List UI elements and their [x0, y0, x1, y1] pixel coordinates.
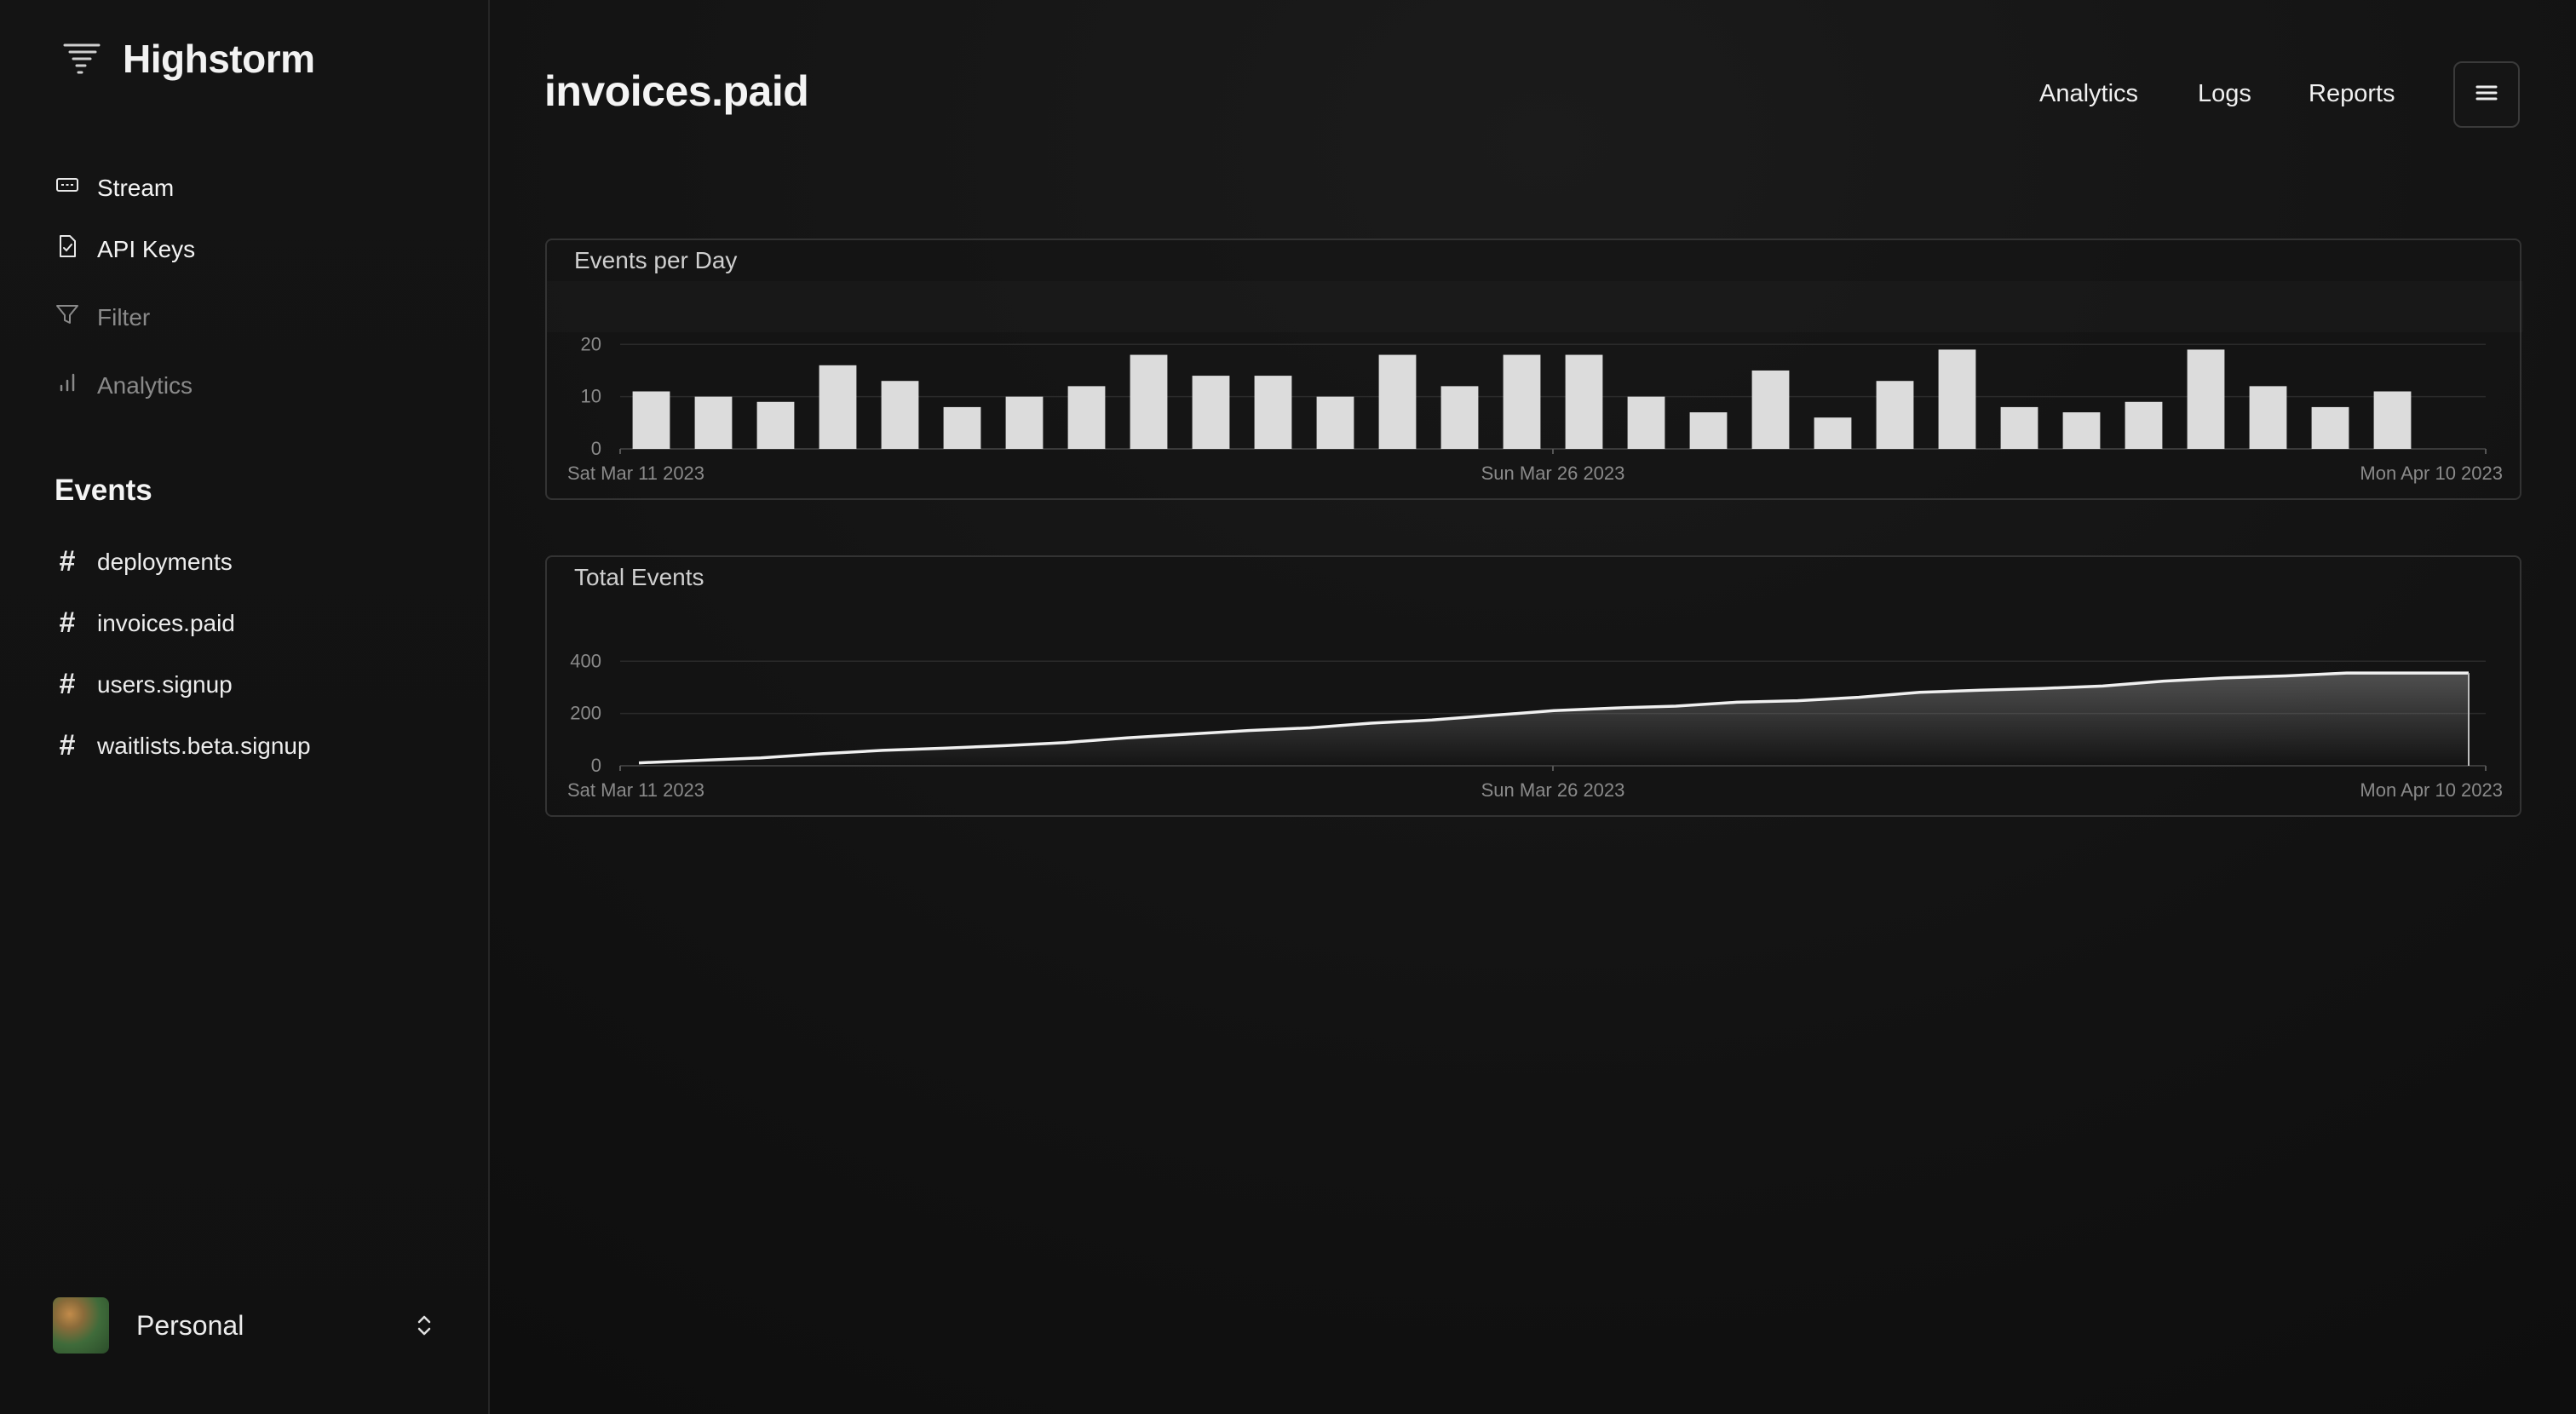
bar	[1067, 386, 1106, 449]
sidebar-item-label: Filter	[97, 303, 151, 331]
x-tick-label: Mon Apr 10 2023	[2360, 463, 2503, 484]
sidebar-event-label: waitlists.beta.signup	[97, 732, 311, 759]
chart-title-band	[547, 281, 2523, 332]
sidebar-event-users-signup[interactable]: # users.signup	[55, 668, 233, 701]
sidebar-item-stream[interactable]: Stream	[55, 172, 174, 204]
bar	[1316, 396, 1354, 449]
topnav-reports[interactable]: Reports	[2309, 80, 2395, 108]
bar	[756, 401, 795, 449]
bar	[1005, 396, 1044, 449]
bar	[1689, 412, 1728, 449]
hash-icon: #	[59, 668, 76, 700]
sidebar-item-label: Stream	[97, 174, 175, 201]
bar	[1130, 354, 1168, 449]
bar	[1440, 386, 1479, 449]
bar	[2125, 401, 2163, 449]
bar	[1751, 370, 1790, 449]
bar	[1938, 349, 1976, 449]
logo-icon	[61, 37, 102, 82]
sidebar-event-label: invoices.paid	[97, 609, 235, 636]
sidebar-item-filter[interactable]: Filter	[55, 302, 150, 333]
bar	[1876, 381, 1914, 449]
menu-button[interactable]	[2453, 61, 2520, 128]
total-events-card: 0 200 400 Sat Mar 11 2023 Sun Mar 26 2023 Mon…	[545, 555, 2521, 817]
app-name: Highstorm	[123, 37, 315, 81]
x-tick-label: Sun Mar 26 2023	[1481, 779, 1625, 801]
sidebar-event-label: users.signup	[97, 670, 233, 698]
events-per-day-chart: 0 10 20 Sat Mar 11 2023 Sun Mar 26 2023 Mon A…	[547, 281, 2523, 484]
page-title: invoices.paid	[544, 67, 809, 115]
account-switcher[interactable]: Personal	[53, 1296, 436, 1354]
sidebar-item-analytics[interactable]: Analytics	[55, 370, 193, 401]
chevron-up-down-icon	[412, 1312, 436, 1339]
hash-icon: #	[59, 729, 76, 762]
y-tick-label: 20	[581, 333, 601, 354]
bar	[2062, 412, 2101, 449]
bar	[1254, 376, 1292, 449]
stream-icon	[55, 172, 97, 204]
sidebar-event-label: deployments	[97, 548, 233, 575]
bar	[2373, 391, 2412, 449]
y-tick-label: 200	[570, 703, 601, 724]
sidebar-event-waitlists-beta-signup[interactable]: # waitlists.beta.signup	[55, 729, 311, 762]
account-name: Personal	[136, 1309, 244, 1341]
x-tick-label: Sat Mar 11 2023	[567, 779, 704, 801]
sidebar-item-label: API Keys	[97, 235, 196, 262]
filter-icon	[55, 302, 97, 333]
bar	[1627, 396, 1665, 449]
x-tick-label: Sun Mar 26 2023	[1481, 463, 1625, 484]
hamburger-icon	[2473, 79, 2500, 111]
sidebar: Highstorm Stream API Keys Filter Analyti…	[0, 0, 490, 1414]
y-tick-label: 400	[570, 650, 601, 671]
sidebar-event-deployments[interactable]: # deployments	[55, 545, 233, 578]
bar	[881, 381, 919, 449]
x-tick-label: Sat Mar 11 2023	[567, 463, 704, 484]
sidebar-item-api-keys[interactable]: API Keys	[55, 233, 195, 265]
bar	[2000, 406, 2038, 449]
hash-icon: #	[59, 545, 76, 578]
events-section-title: Events	[55, 474, 152, 507]
total-events-chart: 0 200 400 Sat Mar 11 2023 Sun Mar 26 2023 Mon…	[567, 650, 2503, 801]
y-tick-label: 10	[581, 386, 601, 407]
bar	[1565, 354, 1603, 449]
file-check-icon	[55, 233, 97, 265]
brand[interactable]: Highstorm	[61, 36, 315, 82]
bar-chart-icon	[55, 370, 97, 401]
events-per-day-card: 0 10 20 Sat Mar 11 2023 Sun Mar 26 2023 Mon A…	[545, 239, 2521, 500]
bar	[1192, 376, 1230, 449]
sidebar-item-label: Analytics	[97, 371, 193, 399]
area-fill	[639, 673, 2469, 766]
bar	[694, 396, 733, 449]
y-tick-label: 0	[591, 755, 601, 776]
chart-title: Events per Day	[574, 247, 738, 273]
x-tick-label: Mon Apr 10 2023	[2360, 779, 2503, 801]
bar	[2249, 386, 2287, 449]
bar	[819, 365, 857, 449]
bar	[632, 391, 670, 449]
hash-icon: #	[59, 606, 76, 639]
bar	[2187, 349, 2225, 449]
y-tick-label: 0	[591, 438, 601, 459]
topnav-analytics[interactable]: Analytics	[2039, 80, 2138, 108]
bar	[943, 406, 981, 449]
topnav-logs[interactable]: Logs	[2198, 80, 2251, 108]
bar	[1378, 354, 1417, 449]
bar	[1503, 354, 1541, 449]
chart-title: Total Events	[574, 564, 704, 590]
bar	[1814, 417, 1852, 449]
bar	[2311, 406, 2349, 449]
avatar	[53, 1297, 109, 1354]
sidebar-event-invoices-paid[interactable]: # invoices.paid	[55, 606, 235, 640]
